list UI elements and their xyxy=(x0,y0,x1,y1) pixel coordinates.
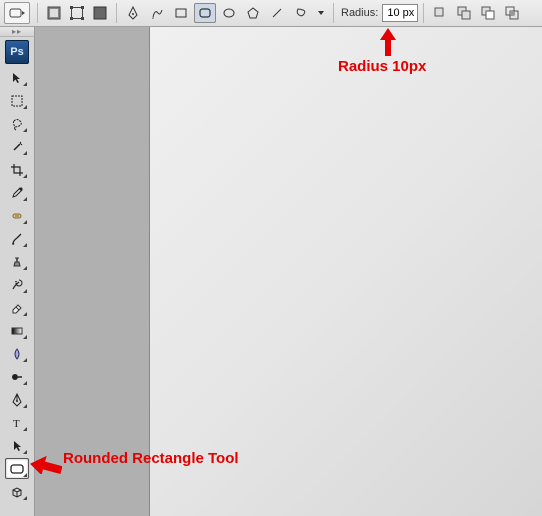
pathop-subtract-icon[interactable] xyxy=(477,3,499,23)
document-gutter xyxy=(35,27,150,516)
toolbox: ▸▸ Ps xyxy=(0,27,35,516)
separator xyxy=(423,3,424,23)
radius-input[interactable] xyxy=(382,4,418,22)
ellipse-shape-icon[interactable] xyxy=(218,3,240,23)
3d-tool[interactable] xyxy=(5,481,29,502)
photoshop-logo-icon: Ps xyxy=(5,40,29,64)
pen-tool-icon[interactable] xyxy=(122,3,144,23)
pathop-new-icon[interactable] xyxy=(429,3,451,23)
freeform-pen-icon[interactable] xyxy=(146,3,168,23)
pen-tool[interactable] xyxy=(5,389,29,410)
radius-label: Radius: xyxy=(341,7,378,19)
blur-tool[interactable] xyxy=(5,343,29,364)
magic-wand-tool[interactable] xyxy=(5,136,29,157)
gradient-tool[interactable] xyxy=(5,320,29,341)
custom-shape-icon[interactable] xyxy=(290,3,312,23)
tool-preset-picker[interactable] xyxy=(4,2,30,24)
marquee-tool[interactable] xyxy=(5,90,29,111)
paths-mode-icon[interactable] xyxy=(66,3,88,23)
rectangle-shape-icon[interactable] xyxy=(170,3,192,23)
pathop-intersect-icon[interactable] xyxy=(501,3,523,23)
toolbox-grip[interactable]: ▸▸ xyxy=(0,27,34,37)
workspace: ▸▸ Ps xyxy=(0,27,542,516)
brush-tool[interactable] xyxy=(5,228,29,249)
move-tool[interactable] xyxy=(5,67,29,88)
canvas-area[interactable] xyxy=(150,27,542,516)
history-brush-tool[interactable] xyxy=(5,274,29,295)
healing-brush-tool[interactable] xyxy=(5,205,29,226)
clone-stamp-tool[interactable] xyxy=(5,251,29,272)
fill-pixels-mode-icon[interactable] xyxy=(89,3,111,23)
rounded-rectangle-shape-icon[interactable] xyxy=(194,3,216,23)
shape-mode-group xyxy=(43,3,111,23)
pathop-add-icon[interactable] xyxy=(453,3,475,23)
dodge-tool[interactable] xyxy=(5,366,29,387)
type-tool[interactable]: T xyxy=(5,412,29,433)
separator xyxy=(37,3,38,23)
line-shape-icon[interactable] xyxy=(266,3,288,23)
separator xyxy=(333,3,334,23)
polygon-shape-icon[interactable] xyxy=(242,3,264,23)
shape-options-dropdown-icon[interactable] xyxy=(314,3,328,23)
rounded-rectangle-tool[interactable] xyxy=(5,458,29,479)
shape-layers-mode-icon[interactable] xyxy=(43,3,65,23)
options-bar: Radius: xyxy=(0,0,542,27)
svg-text:T: T xyxy=(13,418,20,430)
lasso-tool[interactable] xyxy=(5,113,29,134)
separator xyxy=(116,3,117,23)
eraser-tool[interactable] xyxy=(5,297,29,318)
eyedropper-tool[interactable] xyxy=(5,182,29,203)
path-selection-tool[interactable] xyxy=(5,435,29,456)
crop-tool[interactable] xyxy=(5,159,29,180)
